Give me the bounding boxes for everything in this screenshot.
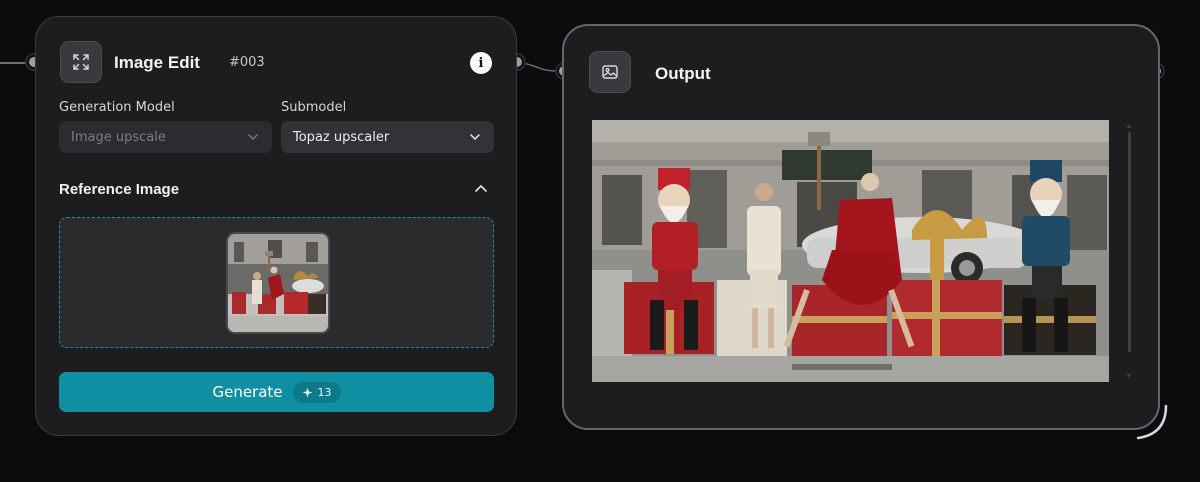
reference-photo — [228, 234, 328, 332]
output-photo — [592, 120, 1109, 382]
generation-model-value: Image upscale — [71, 129, 166, 145]
chevron-down-icon — [248, 134, 258, 141]
expand-icon — [60, 41, 102, 83]
submodel-select[interactable]: Topaz upscaler — [281, 121, 494, 153]
output-scrollbar[interactable] — [1126, 122, 1132, 380]
credit-cost-badge: 13 — [292, 381, 341, 403]
submodel-value: Topaz upscaler — [293, 129, 390, 145]
output-image[interactable] — [592, 120, 1109, 382]
scroll-up-icon[interactable] — [1126, 122, 1132, 130]
node-id: #003 — [229, 55, 265, 70]
reference-image-thumbnail[interactable] — [226, 232, 330, 334]
credit-count: 13 — [317, 385, 332, 399]
image-edit-node[interactable]: Image Edit #003 i Generation Model Image… — [35, 16, 517, 436]
reference-image-title: Reference Image — [59, 181, 180, 198]
info-icon[interactable]: i — [470, 52, 492, 74]
scroll-down-icon[interactable] — [1126, 372, 1132, 380]
generate-label: Generate — [212, 383, 283, 401]
submodel-label: Submodel — [281, 100, 347, 115]
node-title: Image Edit — [114, 53, 200, 72]
generate-button[interactable]: Generate 13 — [59, 372, 494, 412]
reference-image-dropzone[interactable] — [59, 217, 494, 348]
generation-model-select[interactable]: Image upscale — [59, 121, 272, 153]
scrollbar-thumb[interactable] — [1128, 132, 1131, 352]
generation-model-label: Generation Model — [59, 100, 175, 115]
output-title: Output — [655, 64, 711, 83]
chevron-down-icon — [470, 134, 480, 141]
output-node[interactable]: Output — [562, 24, 1160, 430]
chevron-up-icon[interactable] — [473, 181, 489, 197]
resize-handle[interactable] — [1136, 404, 1170, 440]
image-icon — [589, 51, 631, 93]
sparkle-icon — [302, 387, 313, 397]
